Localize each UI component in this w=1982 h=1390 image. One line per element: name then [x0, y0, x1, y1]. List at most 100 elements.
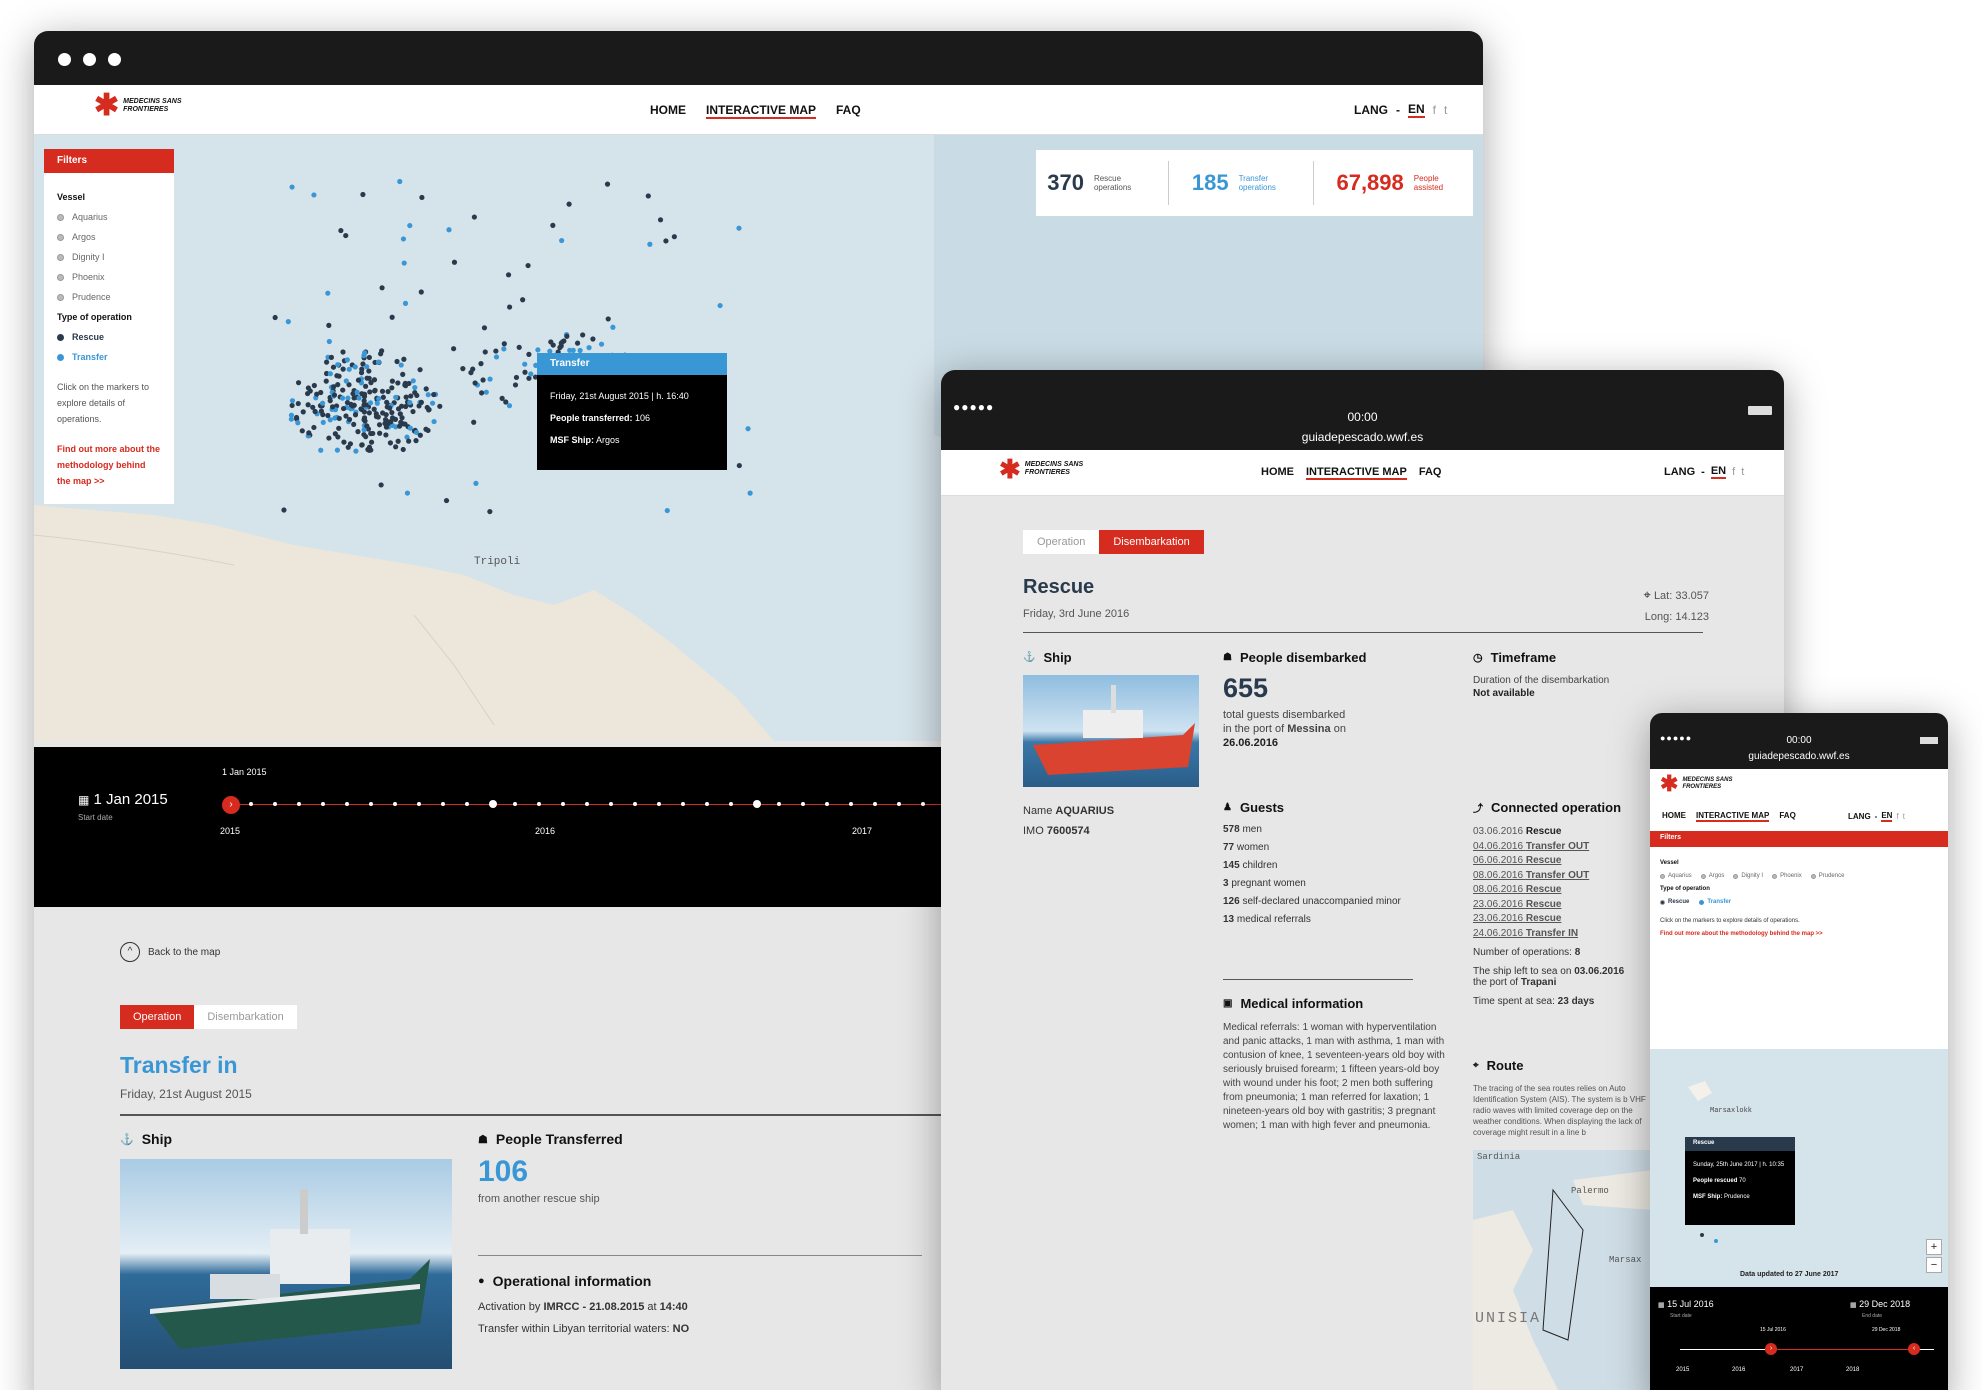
twitter-icon[interactable]: t: [1741, 466, 1744, 478]
operation-marker[interactable]: [451, 346, 457, 352]
operation-marker[interactable]: [395, 380, 401, 386]
msf-logo[interactable]: ✱ MEDECINS SANS FRONTIERES: [94, 91, 185, 121]
operation-marker[interactable]: [355, 429, 361, 435]
operation-marker[interactable]: [340, 405, 347, 412]
operation-marker[interactable]: [493, 354, 500, 360]
operation-marker[interactable]: [404, 490, 411, 496]
operation-marker[interactable]: [383, 412, 389, 418]
operation-marker[interactable]: [288, 412, 295, 418]
operation-marker[interactable]: [359, 366, 365, 372]
operation-marker[interactable]: [272, 314, 278, 321]
operation-marker[interactable]: [425, 392, 431, 398]
operation-marker[interactable]: [281, 507, 287, 513]
connected-operation-link[interactable]: 08.06.2016 Transfer OUT: [1473, 869, 1673, 884]
operation-marker[interactable]: [431, 391, 437, 398]
connected-operation-link[interactable]: 08.06.2016 Rescue: [1473, 883, 1673, 898]
timeline-handle[interactable]: ›: [222, 796, 240, 814]
operation-marker[interactable]: [365, 446, 371, 453]
timeline-track[interactable]: [230, 804, 950, 805]
operation-marker[interactable]: [314, 391, 320, 397]
operation-marker[interactable]: [501, 346, 507, 352]
operation-marker[interactable]: [295, 400, 301, 407]
operation-marker[interactable]: [367, 389, 373, 395]
operation-marker[interactable]: [372, 387, 378, 393]
operation-marker[interactable]: [323, 359, 330, 365]
timeline-tick[interactable]: [297, 802, 301, 806]
operation-marker[interactable]: [361, 417, 367, 423]
operation-marker[interactable]: [512, 382, 519, 388]
operation-marker[interactable]: [559, 237, 565, 244]
nav-interactive-map[interactable]: INTERACTIVE MAP: [1696, 811, 1770, 822]
filter-vessel[interactable]: Aquarius: [1660, 870, 1692, 883]
operation-marker[interactable]: [394, 358, 400, 365]
operation-marker[interactable]: [460, 366, 466, 372]
operation-marker[interactable]: [425, 427, 431, 434]
operation-marker[interactable]: [586, 345, 592, 351]
operation-marker[interactable]: [471, 419, 477, 425]
operation-marker[interactable]: [473, 480, 479, 486]
operation-marker[interactable]: [355, 377, 362, 383]
operation-marker[interactable]: [349, 403, 356, 409]
operation-marker[interactable]: [389, 314, 395, 320]
filter-vessel[interactable]: Dignity I: [57, 247, 161, 267]
mobile-map[interactable]: Marsaxlokk Rescue Sunday, 25th June 2017…: [1650, 1049, 1948, 1287]
filter-transfer[interactable]: Transfer: [57, 347, 161, 367]
operation-marker[interactable]: [479, 390, 485, 396]
operation-marker[interactable]: [736, 225, 742, 231]
operation-marker[interactable]: [417, 432, 423, 438]
operation-marker[interactable]: [419, 194, 425, 201]
timeline-tick[interactable]: [441, 802, 445, 806]
back-to-map[interactable]: ^ Back to the map: [120, 942, 220, 962]
operation-marker[interactable]: [304, 390, 311, 397]
operation-marker[interactable]: [289, 398, 296, 404]
operation-marker[interactable]: [506, 304, 513, 310]
timeline-tick[interactable]: [609, 802, 613, 806]
operation-marker[interactable]: [325, 290, 331, 296]
operation-marker[interactable]: [352, 412, 359, 418]
nav-interactive-map[interactable]: INTERACTIVE MAP: [1306, 466, 1407, 480]
operation-marker[interactable]: [353, 448, 359, 454]
operation-marker[interactable]: [335, 382, 341, 388]
operation-marker[interactable]: [747, 490, 753, 496]
operation-marker[interactable]: [503, 399, 509, 405]
operation-marker[interactable]: [412, 389, 418, 396]
timeline-tick[interactable]: [897, 802, 901, 806]
operation-marker[interactable]: [610, 324, 616, 330]
operation-marker[interactable]: [385, 388, 391, 395]
operation-marker[interactable]: [373, 411, 379, 417]
operation-marker[interactable]: [331, 392, 338, 398]
operation-marker[interactable]: [482, 349, 488, 355]
operation-marker[interactable]: [311, 424, 317, 431]
timeline-tick[interactable]: [585, 802, 589, 806]
operation-marker[interactable]: [403, 394, 409, 400]
operation-marker[interactable]: [334, 373, 340, 379]
operation-marker[interactable]: [493, 348, 499, 354]
filter-vessel[interactable]: Argos: [1700, 870, 1724, 883]
operation-marker[interactable]: [343, 378, 349, 384]
tab-operation[interactable]: Operation: [120, 1005, 195, 1029]
timeline-end[interactable]: ▦ 29 Dec 2018: [1850, 1299, 1910, 1309]
operation-marker[interactable]: [375, 359, 382, 365]
operation-marker[interactable]: [347, 441, 354, 447]
operation-marker[interactable]: [550, 342, 556, 348]
operation-marker[interactable]: [481, 325, 488, 331]
filter-rescue[interactable]: Rescue: [57, 327, 161, 347]
operation-marker[interactable]: [368, 439, 375, 445]
operation-marker[interactable]: [383, 432, 389, 438]
tab-disembarkation[interactable]: Disembarkation: [1099, 530, 1204, 554]
operation-marker[interactable]: [346, 416, 353, 423]
twitter-icon[interactable]: t: [1903, 812, 1905, 821]
operation-marker[interactable]: [334, 447, 340, 453]
operation-marker[interactable]: [382, 420, 388, 427]
timeline-tick[interactable]: [321, 802, 325, 806]
operation-marker[interactable]: [413, 438, 419, 444]
operation-marker[interactable]: [426, 406, 432, 413]
connected-operation-link[interactable]: 23.06.2016 Rescue: [1473, 912, 1673, 927]
operation-marker[interactable]: [418, 289, 424, 295]
route-map[interactable]: Sardinia Palermo Marsax UNISIA: [1473, 1150, 1653, 1390]
nav-interactive-map[interactable]: INTERACTIVE MAP: [706, 103, 817, 119]
operation-marker[interactable]: [398, 362, 404, 368]
operation-marker[interactable]: [590, 336, 596, 342]
lang-en[interactable]: EN: [1408, 102, 1425, 118]
operation-marker[interactable]: [344, 399, 351, 406]
